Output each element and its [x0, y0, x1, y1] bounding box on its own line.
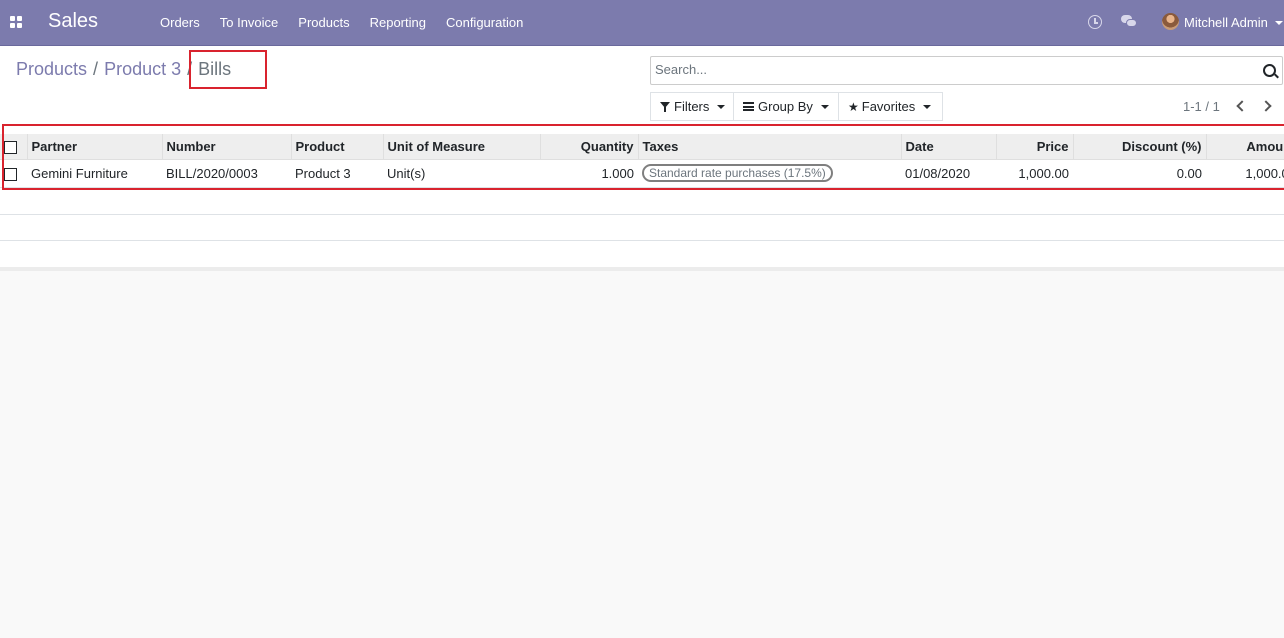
search-input[interactable] — [655, 62, 1245, 77]
empty-row-divider — [0, 214, 1284, 215]
main-menu: Orders To Invoice Products Reporting Con… — [150, 0, 533, 46]
group-by-bars-icon — [743, 102, 754, 111]
breadcrumb-product-3[interactable]: Product 3 — [104, 59, 181, 80]
favorites-label: Favorites — [861, 99, 916, 114]
pager-previous-icon[interactable] — [1234, 99, 1248, 113]
user-menu-caret-icon[interactable] — [1275, 21, 1283, 25]
group-by-button[interactable]: Group By — [733, 92, 839, 121]
caret-down-icon — [923, 104, 932, 109]
menu-to-invoice[interactable]: To Invoice — [210, 0, 289, 46]
empty-row-divider — [0, 240, 1284, 241]
menu-reporting[interactable]: Reporting — [360, 0, 436, 46]
search-icon[interactable] — [1263, 64, 1276, 77]
pager-value[interactable]: 1-1 / 1 — [1183, 99, 1220, 114]
favorites-button[interactable]: ★ Favorites — [838, 92, 943, 121]
menu-orders[interactable]: Orders — [150, 0, 210, 46]
breadcrumb-separator: / — [93, 59, 99, 79]
user-menu-name[interactable]: Mitchell Admin — [1184, 15, 1268, 30]
caret-down-icon — [820, 104, 829, 109]
caret-down-icon — [717, 104, 726, 109]
activity-clock-icon[interactable] — [1088, 15, 1102, 29]
filters-button[interactable]: Filters — [650, 92, 734, 121]
filters-label: Filters — [674, 99, 710, 114]
menu-configuration[interactable]: Configuration — [436, 0, 533, 46]
pager-next-icon[interactable] — [1261, 99, 1275, 113]
discuss-chat-icon[interactable] — [1121, 15, 1137, 29]
search-box — [650, 56, 1283, 85]
top-navbar: Sales Orders To Invoice Products Reporti… — [0, 0, 1284, 46]
app-title[interactable]: Sales — [48, 10, 98, 33]
apps-menu-icon[interactable] — [10, 16, 22, 28]
filter-icon — [660, 101, 670, 112]
highlight-box-bills — [189, 50, 267, 89]
menu-products[interactable]: Products — [288, 0, 359, 46]
user-avatar[interactable] — [1162, 13, 1179, 30]
group-by-label: Group By — [758, 99, 813, 114]
breadcrumb-products[interactable]: Products — [16, 59, 87, 80]
star-icon: ★ — [848, 99, 859, 114]
highlight-box-table — [2, 124, 1284, 190]
